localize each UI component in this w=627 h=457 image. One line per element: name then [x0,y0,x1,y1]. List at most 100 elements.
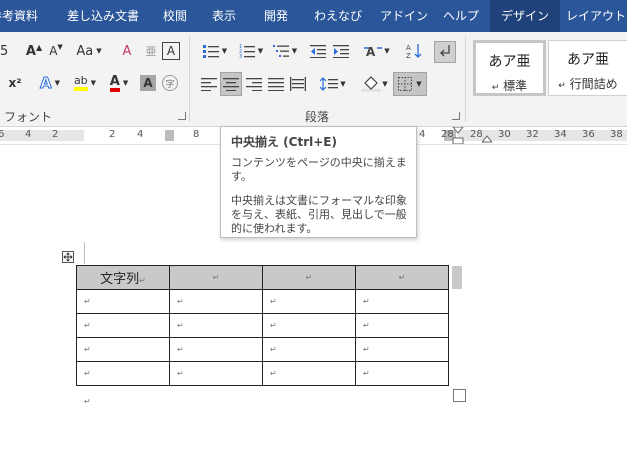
align-left-button[interactable] [198,73,220,95]
word-table[interactable]: 文字列↵ ↵ ↵ ↵ ↵ ↵ ↵ ↵ ↵ ↵ ↵ ↵ ↵ ↵ ↵ ↵ ↵ ↵ ↵… [76,265,449,386]
decrease-indent-button[interactable] [308,41,328,61]
shrink-font-button[interactable]: A ▼ [46,41,66,61]
right-indent-marker-icon[interactable] [452,127,464,144]
table-row: ↵ ↵ ↵ ↵ [76,361,449,386]
justify-button[interactable] [265,73,287,95]
table-cell[interactable]: ↵ [355,289,449,314]
tooltip-detail-1: 中央揃えは文書にフォーマルな印象 [231,194,407,207]
numbering-button[interactable]: 1 2 3 ▼ [234,41,268,61]
change-case-button[interactable]: Aa ▼ [74,41,104,61]
character-border-icon: A [166,44,176,58]
table-cell[interactable]: ↵ [76,289,170,314]
tab-review[interactable]: 校閲 [163,0,187,32]
table-cell[interactable]: ↵ [169,361,263,386]
tab-waenavi[interactable]: わえなび [314,0,362,32]
phonetic-guide-button[interactable]: 亜 [141,41,161,61]
align-right-button[interactable] [243,73,265,95]
table-cell[interactable]: ↵ [355,337,449,362]
table-cell[interactable]: ↵ [76,313,170,338]
table-cell[interactable]: ↵ [355,361,449,386]
phonetic-guide-icon: 亜 [145,45,157,58]
tooltip-title: 中央揃え (Ctrl+E) [231,135,337,149]
table-cell[interactable]: ↵ [355,265,449,290]
paragraph-mark: ↵ [212,273,220,282]
align-center-button[interactable] [220,72,242,96]
character-shading-button[interactable]: A [140,75,156,91]
character-border-button[interactable]: A [162,42,180,60]
tab-mailings[interactable]: 差し込み文書 [67,0,139,32]
table-header-row: 文字列↵ ↵ ↵ ↵ [76,265,449,290]
table-cell[interactable]: ↵ [169,289,263,314]
ruler-tick-label: 4 [137,129,144,140]
paint-bucket-icon [362,76,381,92]
ruler-tick-label: 6 [0,129,5,140]
paragraph-mark: ↵ [84,297,91,306]
asian-layout-button[interactable]: A ▼ [362,41,392,61]
text-effects-button[interactable]: A ▼ [36,73,64,93]
paragraph-mark: ↵ [363,297,370,306]
table-cell[interactable]: ↵ [76,337,170,362]
superscript-button[interactable]: x² [6,73,24,93]
show-formatting-marks-button[interactable] [434,41,456,63]
table-move-handle-icon[interactable] [62,251,74,263]
group-separator [189,36,190,122]
bullets-button[interactable]: ▼ [198,41,232,61]
paragraph-mark: ↵ [270,297,277,306]
distributed-button[interactable] [287,73,309,95]
table-resize-handle[interactable] [453,389,466,402]
tab-addins[interactable]: アドイン [380,0,428,32]
table-cell[interactable]: ↵ [262,289,356,314]
tooltip: 中央揃え (Ctrl+E) コンテンツをページの中央に揃えます。 中央揃えは文書… [220,126,417,238]
tab-layout[interactable]: レイアウト [566,0,626,32]
tooltip-description: コンテンツをページの中央に揃えます。 [231,156,407,183]
paragraph-mark: ↵ [177,297,184,306]
ruler-column-marker[interactable] [165,130,174,141]
tab-references[interactable]: 参考資料 [0,0,38,32]
paragraph-mark: ↵ [84,345,91,354]
paragraph-mark-icon [440,45,450,57]
font-size-box[interactable]: 5 [0,40,14,62]
tab-view[interactable]: 表示 [212,0,236,32]
multilevel-list-button[interactable]: ▼ [270,41,300,61]
paragraph-dialog-launcher-icon[interactable] [452,112,460,120]
table-cell[interactable]: 文字列↵ [76,265,170,290]
ruler-tick-label: 30 [498,129,511,140]
table-cell[interactable]: ↵ [169,313,263,338]
increase-indent-button[interactable] [331,41,351,61]
line-spacing-icon [320,77,339,91]
table-cell[interactable]: ↵ [262,313,356,338]
style-normal-label: ↵ 標準 [491,79,528,93]
table-cell[interactable]: ↵ [169,265,263,290]
ruler-tick-label: 28 [470,129,483,140]
group-separator [465,36,466,122]
paragraph-mark: ↵ [363,369,370,378]
shading-button[interactable]: ▼ [360,73,390,95]
font-dialog-launcher-icon[interactable] [178,112,186,120]
tab-developer[interactable]: 開発 [264,0,288,32]
sort-button[interactable]: AZ [404,41,424,61]
table-cell[interactable]: ↵ [262,361,356,386]
borders-button[interactable]: ▼ [393,72,427,96]
grow-font-button[interactable]: A ▲ [24,41,44,61]
ruler-tick-label: 2 [52,129,59,140]
style-no-spacing[interactable]: あア亜 ↵ 行間詰め [548,40,627,96]
tab-help[interactable]: ヘルプ [443,0,479,32]
svg-text:A: A [406,44,411,52]
highlight-color-button[interactable]: ab ▼ [70,73,100,93]
table-cell[interactable]: ↵ [262,337,356,362]
ruler-tick-label: 2 [109,129,116,140]
line-spacing-button[interactable]: ▼ [318,73,348,95]
font-color-button[interactable]: A ▼ [104,73,134,93]
table-cell[interactable]: ↵ [262,265,356,290]
paragraph-mark: ↵ [270,369,277,378]
tab-stop-marker-icon[interactable] [482,135,492,143]
table-cell[interactable]: ↵ [355,313,449,338]
enclose-characters-button[interactable]: 字 [162,75,178,91]
style-normal[interactable]: あア亜 ↵ 標準 [473,40,546,96]
bullets-icon [202,45,219,58]
numbering-icon: 1 2 3 [239,44,255,58]
table-cell[interactable]: ↵ [169,337,263,362]
table-cell[interactable]: ↵ [76,361,170,386]
clear-formatting-button[interactable]: A [117,41,137,61]
tab-design[interactable]: デザイン [490,0,560,32]
